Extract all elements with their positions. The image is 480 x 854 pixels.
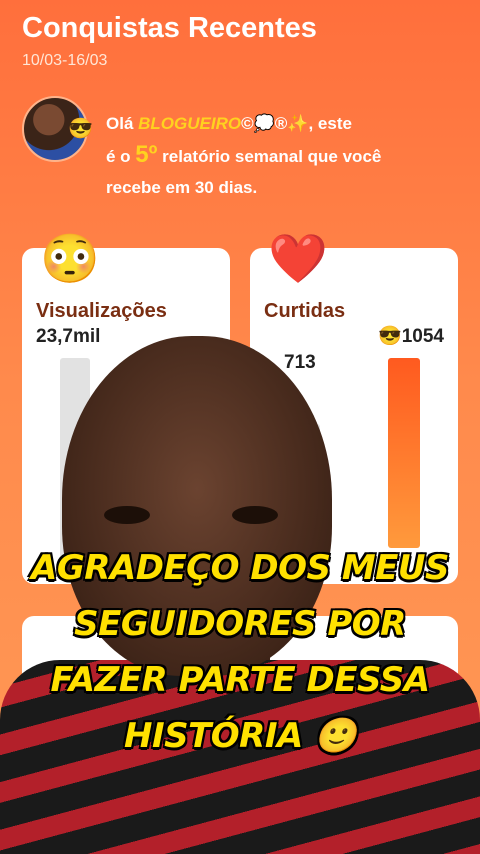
caption-line-4: HISTÓRIA 🙂	[123, 716, 357, 756]
flushed-face-icon: 😳	[40, 233, 100, 286]
report-rank: 5º	[135, 141, 158, 168]
views-title: Visualizações	[36, 300, 167, 322]
sunglasses-emoji-badge: 😎	[68, 118, 93, 140]
username: BLOGUEIRO	[138, 114, 242, 133]
page-title: Conquistas Recentes	[22, 12, 317, 44]
date-range: 10/03-16/03	[22, 52, 108, 69]
caption-line-1: AGRADEÇO DOS MEUS	[31, 548, 449, 588]
greeting: Olá	[106, 114, 134, 133]
heart-icon: ❤️	[268, 233, 328, 286]
left-eye	[104, 506, 150, 524]
video-person-overlay	[0, 330, 480, 854]
likes-title: Curtidas	[264, 300, 346, 322]
right-eye	[232, 506, 278, 524]
caption-line-2: SEGUIDORES POR	[74, 604, 406, 644]
weekly-report-text: Olá BLOGUEIRO©💭®✨, este é o 5º relatório…	[106, 108, 446, 203]
username-decorations: ©💭®✨	[241, 114, 309, 133]
report-prefix: é o	[106, 147, 131, 166]
caption-line-3: FAZER PARTE DESSA	[50, 660, 430, 700]
report-line3: recebe em 30 dias.	[106, 178, 258, 197]
report-suffix: relatório semanal que você	[162, 147, 382, 166]
greeting-tail: , este	[308, 114, 352, 133]
